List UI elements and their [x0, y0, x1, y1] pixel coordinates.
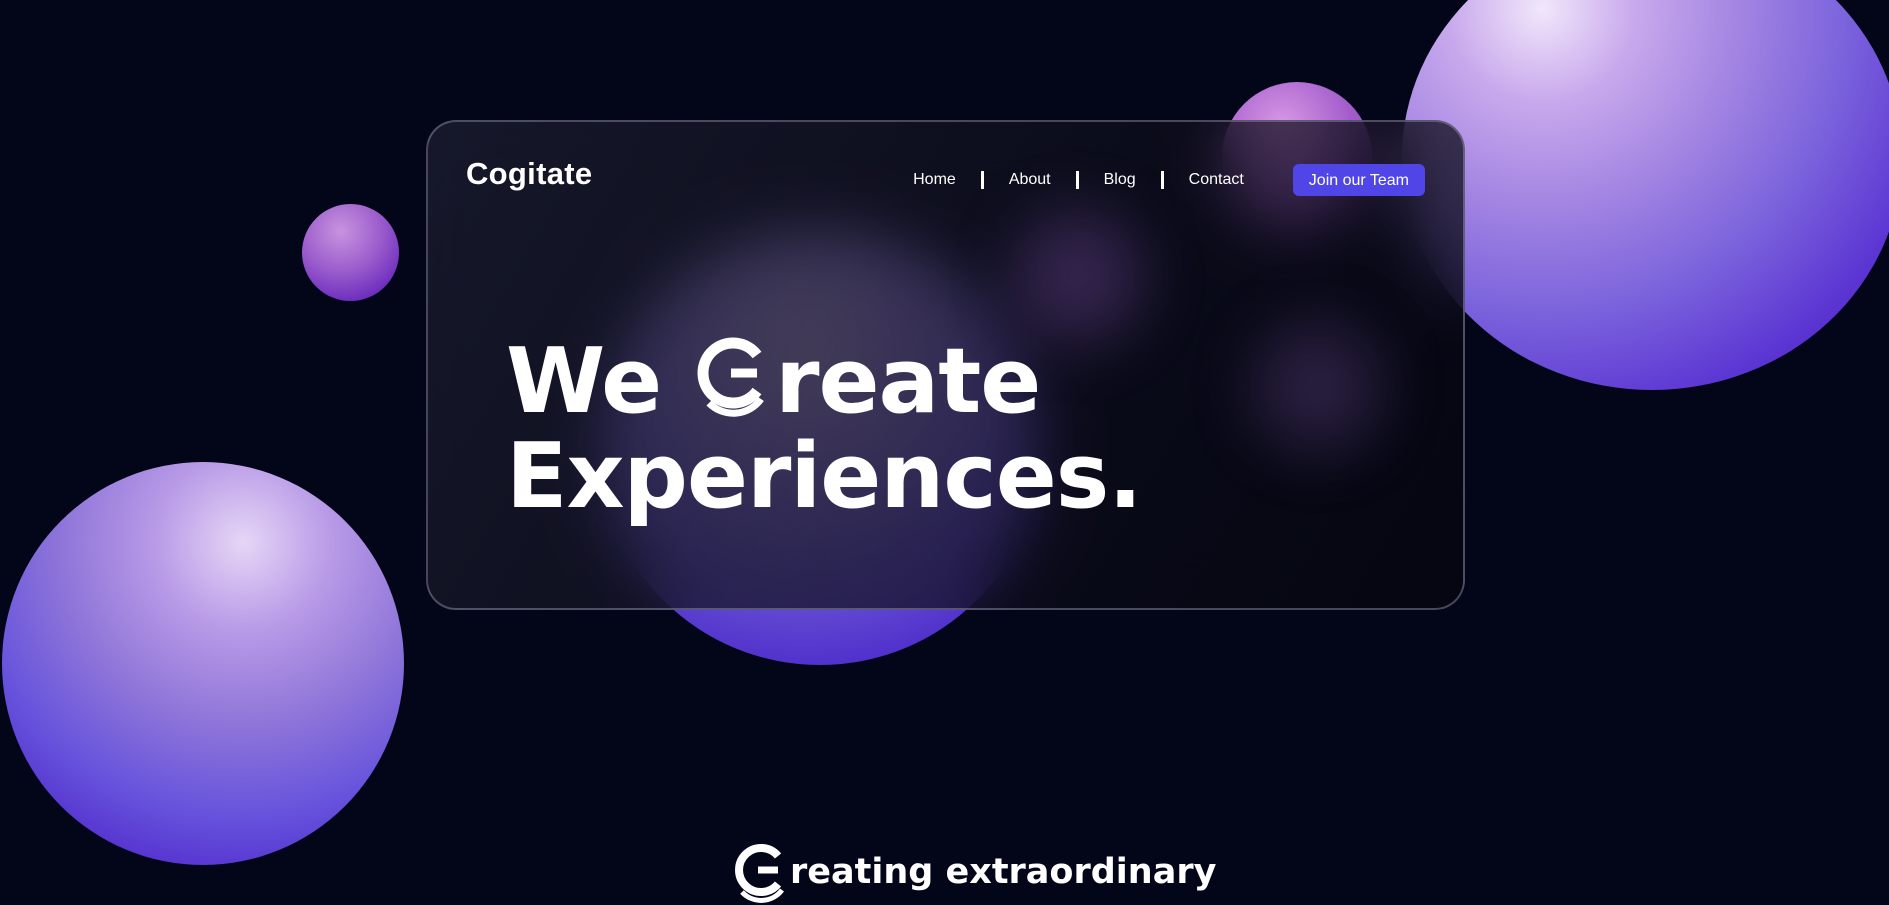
- decorative-sphere: [302, 204, 399, 301]
- tagline: reating extraordinary: [730, 840, 1216, 904]
- decorative-sphere: [1402, 0, 1889, 390]
- headline-line-1: We reate: [506, 334, 1142, 429]
- brand-logo[interactable]: Cogitate: [466, 156, 592, 192]
- hero-headline: We reate Experiences.: [506, 334, 1142, 524]
- join-team-button[interactable]: Join our Team: [1292, 164, 1425, 196]
- nav-about-link[interactable]: About: [984, 171, 1076, 189]
- tagline-text: reating extraordinary: [790, 852, 1217, 892]
- decorative-sphere: [2, 462, 404, 865]
- nav-blog-link[interactable]: Blog: [1079, 171, 1161, 189]
- decorative-glow: [1253, 322, 1383, 452]
- nav-home-link[interactable]: Home: [888, 171, 981, 189]
- hero-card: Cogitate Home About Blog Contact Join ou…: [426, 120, 1465, 610]
- page: Cogitate Home About Blog Contact Join ou…: [0, 0, 1889, 905]
- headline-line-2: Experiences.: [506, 424, 1142, 529]
- nav-contact-link[interactable]: Contact: [1164, 171, 1269, 189]
- main-nav: Home About Blog Contact Join our Team: [888, 164, 1425, 196]
- decorative-glow: [1013, 212, 1143, 342]
- c-logo-icon: [697, 337, 764, 417]
- c-logo-icon: [735, 844, 785, 903]
- headline-word-we: We: [506, 329, 662, 434]
- headline-word-reate: reate: [775, 329, 1041, 434]
